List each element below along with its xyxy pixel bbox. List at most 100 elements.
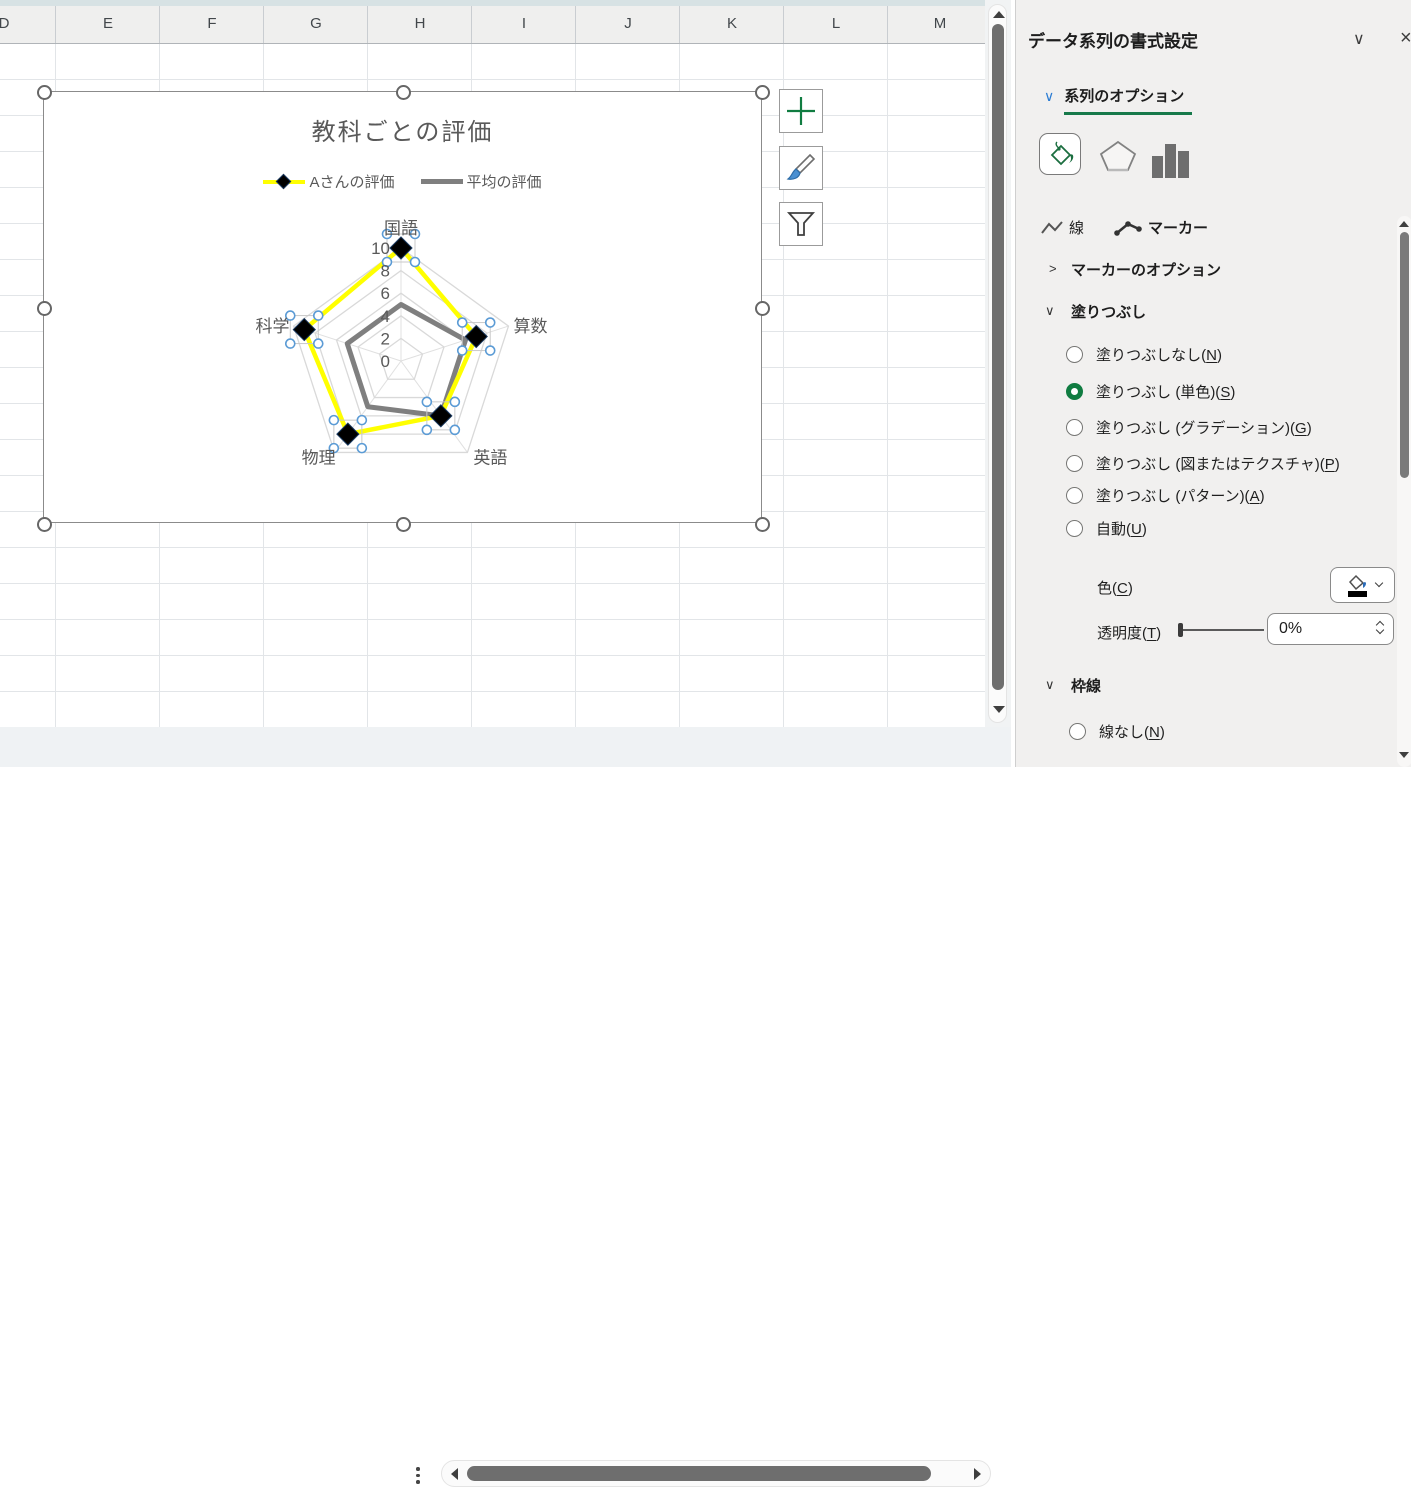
radar-axis-tick-label: 8 [381, 262, 390, 281]
radio-option-automatic[interactable]: 自動(U) [1066, 517, 1147, 539]
chart-resize-handle[interactable] [755, 517, 770, 532]
transparency-input[interactable]: 0% [1267, 613, 1394, 645]
chart-resize-handle[interactable] [37, 517, 52, 532]
marker-selection-handle[interactable] [450, 397, 459, 406]
spinner-control[interactable] [1377, 618, 1383, 633]
chart-resize-handle[interactable] [396, 517, 411, 532]
radio-option-no-line[interactable]: 線なし(N) [1069, 720, 1165, 742]
chart-resize-handle[interactable] [37, 85, 52, 100]
marker-selection-handle[interactable] [458, 346, 467, 355]
radio-option-no-fill[interactable]: 塗りつぶしなし(N) [1066, 343, 1222, 365]
chart-styles-button[interactable] [779, 146, 823, 190]
scroll-down-arrow-icon[interactable] [993, 706, 1005, 713]
radar-marker[interactable] [337, 423, 359, 445]
radar-category-label[interactable]: 英語 [473, 448, 507, 467]
radio-icon[interactable] [1066, 455, 1083, 472]
fill-and-line-tab[interactable] [1039, 133, 1081, 175]
column-header[interactable]: K [727, 15, 737, 32]
chart-filters-button[interactable] [779, 202, 823, 246]
scrollbar-thumb[interactable] [1400, 232, 1409, 478]
tab-marker[interactable]: マーカー [1114, 217, 1208, 238]
marker-selection-handle[interactable] [422, 397, 431, 406]
radio-option-pattern-fill[interactable]: 塗りつぶし (パターン)(A) [1066, 484, 1265, 506]
legend-item-series2[interactable]: 平均の評価 [421, 171, 542, 192]
fill-color-picker-button[interactable] [1330, 567, 1395, 603]
chart-resize-handle[interactable] [37, 301, 52, 316]
border-section-header[interactable]: 枠線 [1071, 675, 1101, 696]
radio-option-gradient-fill[interactable]: 塗りつぶし (グラデーション)(G) [1066, 416, 1312, 438]
column-header[interactable]: J [624, 15, 632, 32]
chart-elements-button[interactable] [779, 89, 823, 133]
sheet-horizontal-scrollbar[interactable] [441, 1460, 991, 1487]
chart-object[interactable]: 0246810国語算数英語物理科学 教科ごとの評価 Aさんの評価 平均の評価 [43, 91, 762, 523]
column-header[interactable]: F [207, 15, 216, 32]
radar-plot-area[interactable]: 0246810国語算数英語物理科学 [44, 92, 763, 524]
fill-section-header[interactable]: 塗りつぶし [1071, 301, 1146, 322]
series-options-dropdown[interactable]: ∨系列のオプション [1044, 85, 1184, 106]
column-header[interactable]: L [832, 15, 840, 32]
pane-close-icon[interactable]: × [1400, 27, 1411, 50]
tab-line[interactable]: 線 [1041, 217, 1084, 238]
column-header[interactable]: H [415, 15, 426, 32]
effects-tab[interactable] [1096, 141, 1140, 171]
marker-selection-handle[interactable] [450, 425, 459, 434]
radar-category-label[interactable]: 物理 [302, 448, 336, 467]
transparency-value[interactable]: 0% [1279, 620, 1302, 638]
chart-legend: Aさんの評価 平均の評価 [44, 171, 761, 192]
pane-scrollbar[interactable] [1397, 216, 1411, 767]
column-header[interactable]: M [934, 15, 947, 32]
sheet-vertical-scrollbar[interactable] [985, 0, 1011, 727]
chart-title[interactable]: 教科ごとの評価 [44, 112, 761, 147]
column-header[interactable]: I [522, 15, 526, 32]
transparency-slider-track[interactable] [1181, 629, 1264, 631]
legend-label: Aさんの評価 [309, 171, 394, 192]
radio-option-picture-fill[interactable]: 塗りつぶし (図またはテクスチャ)(P) [1066, 452, 1340, 474]
marker-selection-handle[interactable] [357, 416, 366, 425]
transparency-slider-thumb[interactable] [1178, 623, 1183, 637]
radio-icon[interactable] [1069, 723, 1086, 740]
scroll-right-arrow-icon[interactable] [974, 1468, 981, 1480]
splitter-dots-icon[interactable] [416, 1467, 420, 1484]
radar-axis-tick-label: 2 [381, 329, 390, 348]
column-header[interactable]: E [103, 15, 113, 32]
marker-selection-handle[interactable] [411, 258, 420, 267]
pentagon-icon [1097, 140, 1139, 172]
chart-resize-handle[interactable] [755, 85, 770, 100]
marker-selection-handle[interactable] [314, 311, 323, 320]
marker-selection-handle[interactable] [329, 416, 338, 425]
scrollbar-thumb[interactable] [467, 1466, 931, 1481]
radar-series-line[interactable] [304, 248, 476, 434]
chart-resize-handle[interactable] [396, 85, 411, 100]
radio-option-solid-fill[interactable]: 塗りつぶし (単色)(S) [1066, 380, 1235, 402]
spinner-down-icon[interactable] [1376, 626, 1384, 634]
marker-selection-handle[interactable] [486, 346, 495, 355]
radio-icon[interactable] [1066, 383, 1083, 400]
marker-selection-handle[interactable] [422, 425, 431, 434]
marker-selection-handle[interactable] [357, 444, 366, 453]
radar-category-label[interactable]: 算数 [513, 317, 547, 336]
marker-options-section-header[interactable]: マーカーのオプション [1071, 259, 1221, 280]
scroll-left-arrow-icon[interactable] [451, 1468, 458, 1480]
marker-selection-handle[interactable] [286, 339, 295, 348]
radio-icon[interactable] [1066, 419, 1083, 436]
marker-selection-handle[interactable] [458, 318, 467, 327]
pane-collapse-chevron-icon[interactable]: ∨ [1353, 29, 1365, 49]
marker-selection-handle[interactable] [486, 318, 495, 327]
scrollbar-thumb[interactable] [992, 24, 1004, 690]
line-icon [1041, 221, 1063, 235]
legend-item-series1[interactable]: Aさんの評価 [263, 171, 394, 192]
radar-category-label[interactable]: 科学 [256, 317, 290, 336]
scroll-up-arrow-icon[interactable] [993, 11, 1005, 18]
radio-icon[interactable] [1066, 487, 1083, 504]
radar-category-label[interactable]: 国語 [384, 219, 418, 238]
chart-resize-handle[interactable] [755, 301, 770, 316]
marker-selection-handle[interactable] [314, 339, 323, 348]
radio-icon[interactable] [1066, 520, 1083, 537]
column-header[interactable]: D [0, 15, 9, 32]
radar-marker[interactable] [430, 405, 452, 427]
scroll-up-arrow-icon[interactable] [1399, 221, 1409, 227]
radio-icon[interactable] [1066, 346, 1083, 363]
scroll-down-arrow-icon[interactable] [1399, 752, 1409, 758]
series-options-tab[interactable] [1149, 143, 1193, 179]
column-header[interactable]: G [310, 15, 322, 32]
